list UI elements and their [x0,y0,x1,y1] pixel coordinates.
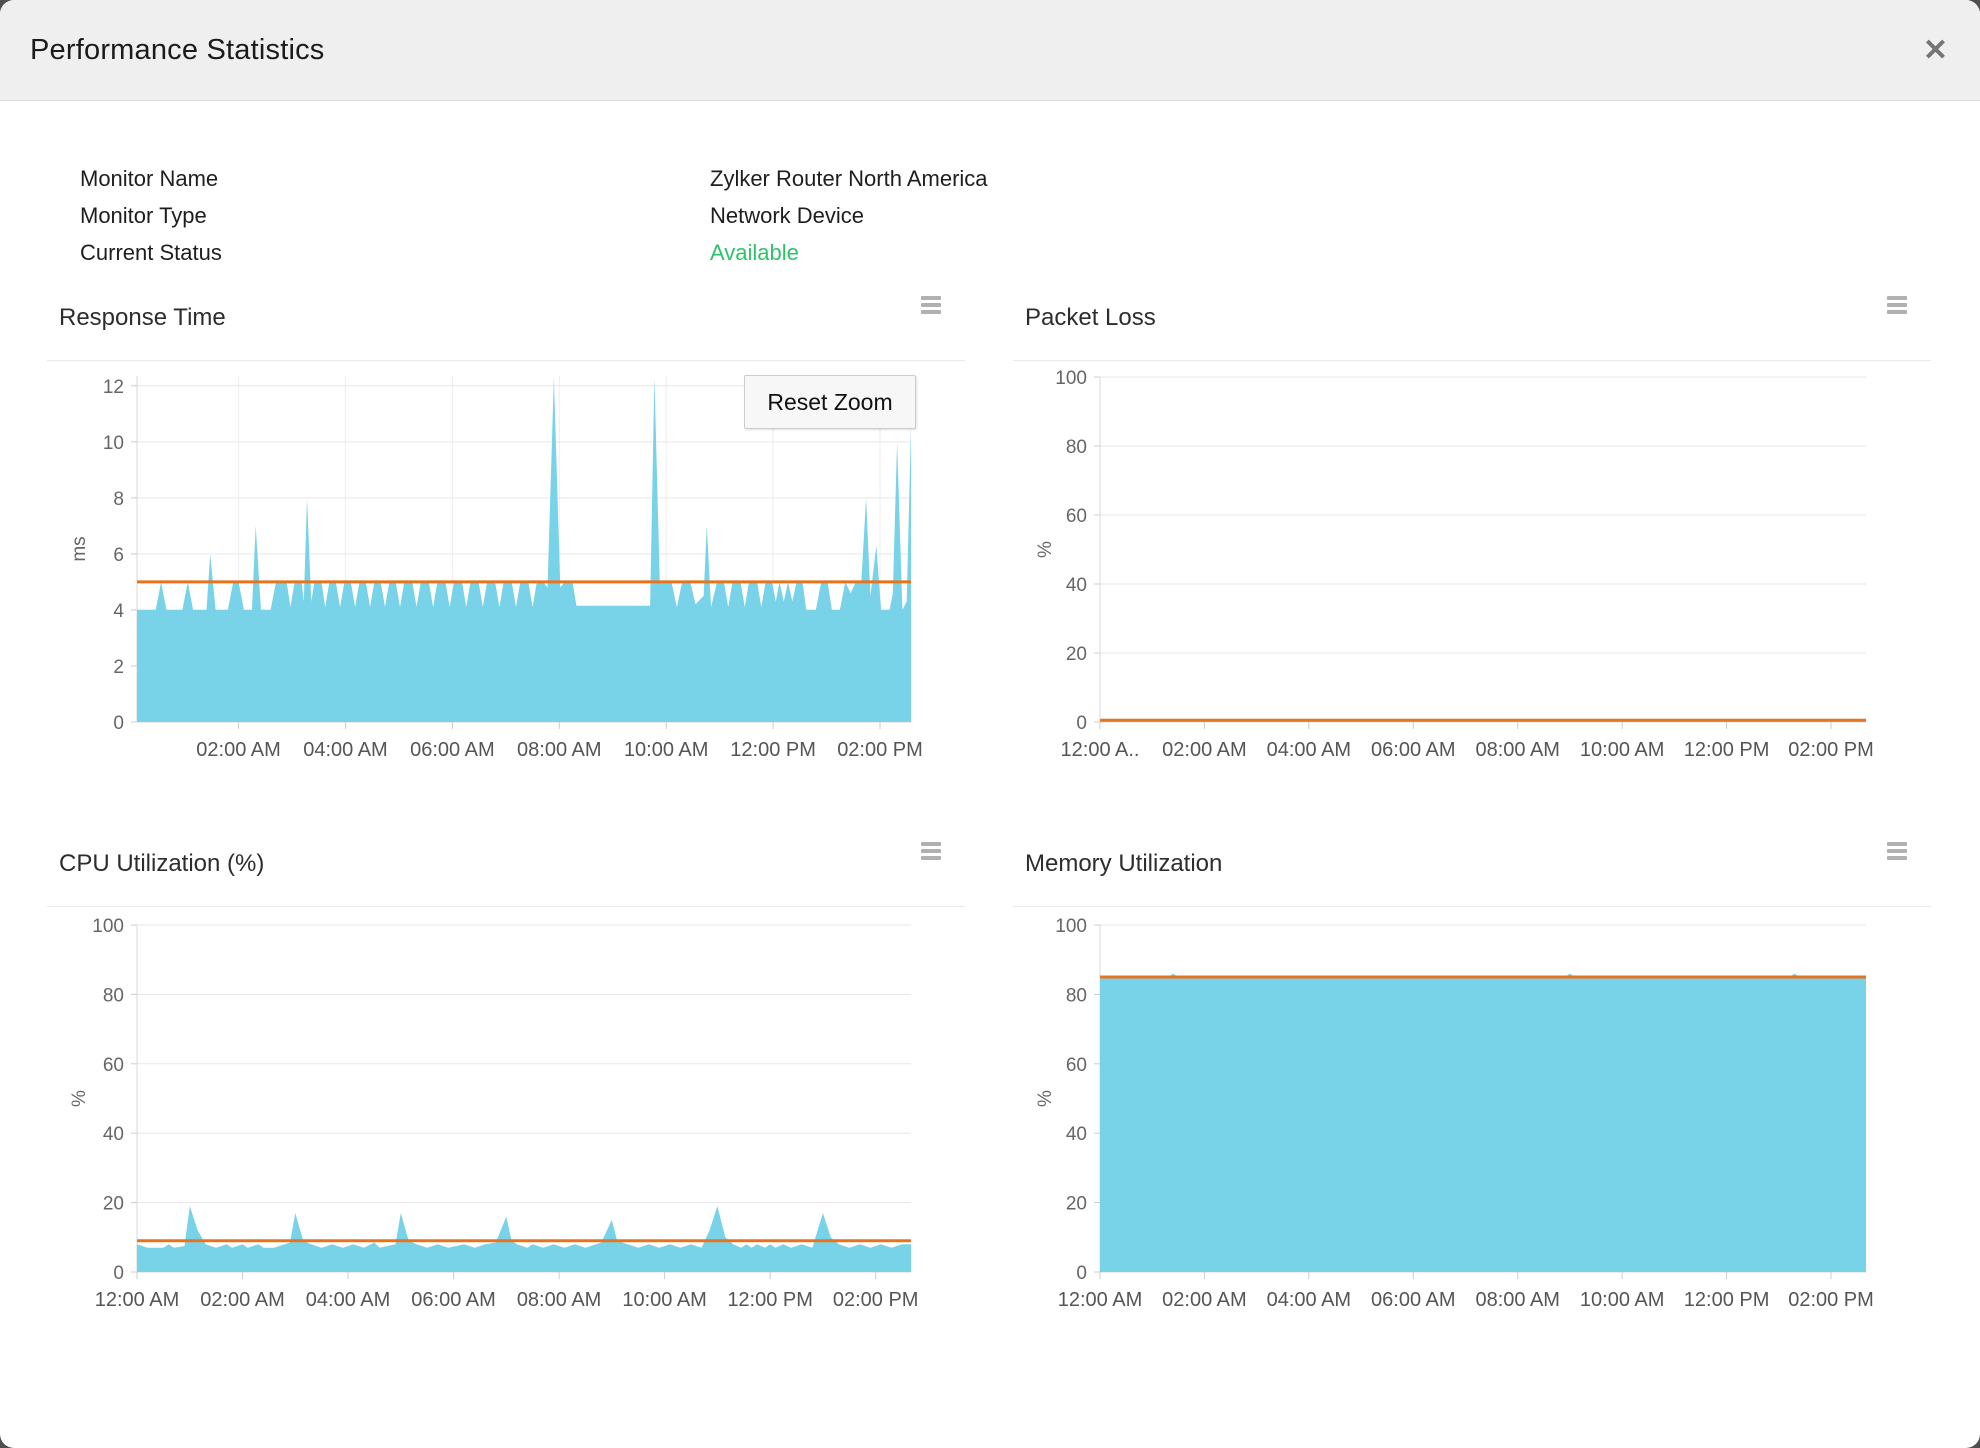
svg-text:20: 20 [1066,644,1087,665]
chart-header: Memory Utilization [1013,838,1931,907]
svg-text:80: 80 [1066,437,1087,458]
monitor-name-label: Monitor Name [80,165,219,191]
current-status-label: Current Status [80,239,222,265]
svg-text:40: 40 [103,1124,124,1145]
svg-text:ms: ms [69,536,90,561]
chart-menu-icon[interactable] [921,294,943,316]
packet-loss-title: Packet Loss [1025,304,1156,331]
svg-text:80: 80 [103,985,124,1006]
cpu-utilization-chart-card: CPU Utilization (%) 0 20 40 60 80 100 12:00 AM… [47,838,965,1348]
monitor-name-value: Zylker Router North America [710,165,988,191]
chart-menu-icon[interactable] [921,840,943,862]
svg-text:60: 60 [1066,1055,1087,1076]
svg-text:08:00 AM: 08:00 AM [1475,739,1560,761]
svg-text:8: 8 [113,489,124,510]
svg-text:08:00 AM: 08:00 AM [1475,1289,1560,1311]
svg-text:40: 40 [1066,1124,1087,1145]
svg-text:02:00 AM: 02:00 AM [1162,1289,1247,1311]
svg-text:80: 80 [1066,985,1087,1006]
monitor-type-value: Network Device [710,202,865,228]
svg-text:02:00 PM: 02:00 PM [833,1289,919,1311]
svg-text:0: 0 [1076,713,1087,734]
svg-text:100: 100 [92,916,124,937]
svg-text:04:00 AM: 04:00 AM [1267,1289,1352,1311]
performance-statistics-dialog: Performance Statistics ✕ Monitor Name Zy… [0,0,1980,1448]
svg-text:04:00 AM: 04:00 AM [1267,739,1352,761]
cpu-utilization-chart[interactable]: 0 20 40 60 80 100 12:00 AM 02:00 AM 04:00 AM 06:0… [47,910,965,1340]
svg-text:04:00 AM: 04:00 AM [303,739,388,761]
svg-text:02:00 PM: 02:00 PM [837,739,923,761]
packet-loss-chart[interactable]: 0 20 40 60 80 100 12:00 A.. 02:00 AM 04:00 AM 06:… [1013,364,1931,789]
svg-text:06:00 AM: 06:00 AM [1371,1289,1456,1311]
dialog-titlebar: Performance Statistics [0,0,1980,101]
svg-text:12: 12 [103,377,124,398]
svg-text:02:00 PM: 02:00 PM [1788,1289,1874,1311]
memory-utilization-title: Memory Utilization [1025,850,1223,877]
svg-text:%: % [1035,1090,1056,1107]
monitor-type-row: Monitor Type Network Device [80,197,988,234]
current-status-row: Current Status Available [80,234,988,271]
reset-zoom-button[interactable]: Reset Zoom [744,375,916,429]
svg-text:02:00 AM: 02:00 AM [200,1289,285,1311]
dialog-title: Performance Statistics [30,33,325,66]
chart-header: CPU Utilization (%) [47,838,965,907]
memory-utilization-chart[interactable]: 0 20 40 60 80 100 12:00 AM 02:00 AM 04:00 AM 06:0… [1013,910,1931,1340]
packet-loss-chart-card: Packet Loss 0 20 40 60 80 100 12:00 A.. 02:00 A… [1013,292,1931,792]
cpu-utilization-title: CPU Utilization (%) [59,850,265,877]
svg-text:40: 40 [1066,575,1087,596]
svg-text:0: 0 [1076,1263,1087,1284]
svg-text:12:00 PM: 12:00 PM [727,1289,813,1311]
svg-text:06:00 AM: 06:00 AM [1371,739,1456,761]
svg-text:12:00 PM: 12:00 PM [1684,739,1770,761]
svg-text:6: 6 [113,545,124,566]
svg-text:10:00 AM: 10:00 AM [624,739,709,761]
monitor-info: Monitor Name Zylker Router North America… [80,160,988,271]
response-time-title: Response Time [59,304,226,331]
close-icon[interactable]: ✕ [1923,0,1948,100]
chart-menu-icon[interactable] [1887,840,1909,862]
svg-text:20: 20 [1066,1194,1087,1215]
memory-utilization-chart-card: Memory Utilization 0 20 40 60 80 100 12:00 AM 0… [1013,838,1931,1348]
svg-text:20: 20 [103,1194,124,1215]
svg-text:60: 60 [103,1055,124,1076]
svg-text:0: 0 [113,1263,124,1284]
chart-menu-icon[interactable] [1887,294,1909,316]
svg-text:12:00 PM: 12:00 PM [1684,1289,1770,1311]
svg-text:08:00 AM: 08:00 AM [517,1289,602,1311]
svg-text:02:00 AM: 02:00 AM [196,739,281,761]
svg-text:08:00 AM: 08:00 AM [517,739,602,761]
svg-text:2: 2 [113,657,124,678]
svg-text:4: 4 [113,601,124,622]
svg-text:10:00 AM: 10:00 AM [622,1289,707,1311]
monitor-type-label: Monitor Type [80,202,207,228]
monitor-name-row: Monitor Name Zylker Router North America [80,160,988,197]
svg-text:02:00 AM: 02:00 AM [1162,739,1247,761]
chart-header: Packet Loss [1013,292,1931,361]
chart-header: Response Time [47,292,965,361]
svg-text:12:00 AM: 12:00 AM [1058,1289,1143,1311]
svg-text:06:00 AM: 06:00 AM [411,1289,496,1311]
svg-text:10:00 AM: 10:00 AM [1580,1289,1665,1311]
svg-text:04:00 AM: 04:00 AM [306,1289,391,1311]
svg-text:02:00 PM: 02:00 PM [1788,739,1874,761]
response-time-chart-card: Response Time 0 2 4 6 8 10 12 02:00 AM 04:00 AM 0… [47,292,965,792]
svg-text:10: 10 [103,433,124,454]
svg-text:10:00 AM: 10:00 AM [1580,739,1665,761]
svg-text:%: % [69,1090,90,1107]
svg-text:0: 0 [113,713,124,734]
svg-text:60: 60 [1066,506,1087,527]
svg-text:12:00 A..: 12:00 A.. [1061,739,1140,761]
svg-text:06:00 AM: 06:00 AM [410,739,495,761]
svg-text:12:00 PM: 12:00 PM [730,739,816,761]
current-status-value: Available [710,239,799,265]
svg-text:12:00 AM: 12:00 AM [95,1289,180,1311]
svg-text:100: 100 [1055,368,1087,389]
svg-text:100: 100 [1055,916,1087,937]
svg-text:%: % [1035,541,1056,558]
